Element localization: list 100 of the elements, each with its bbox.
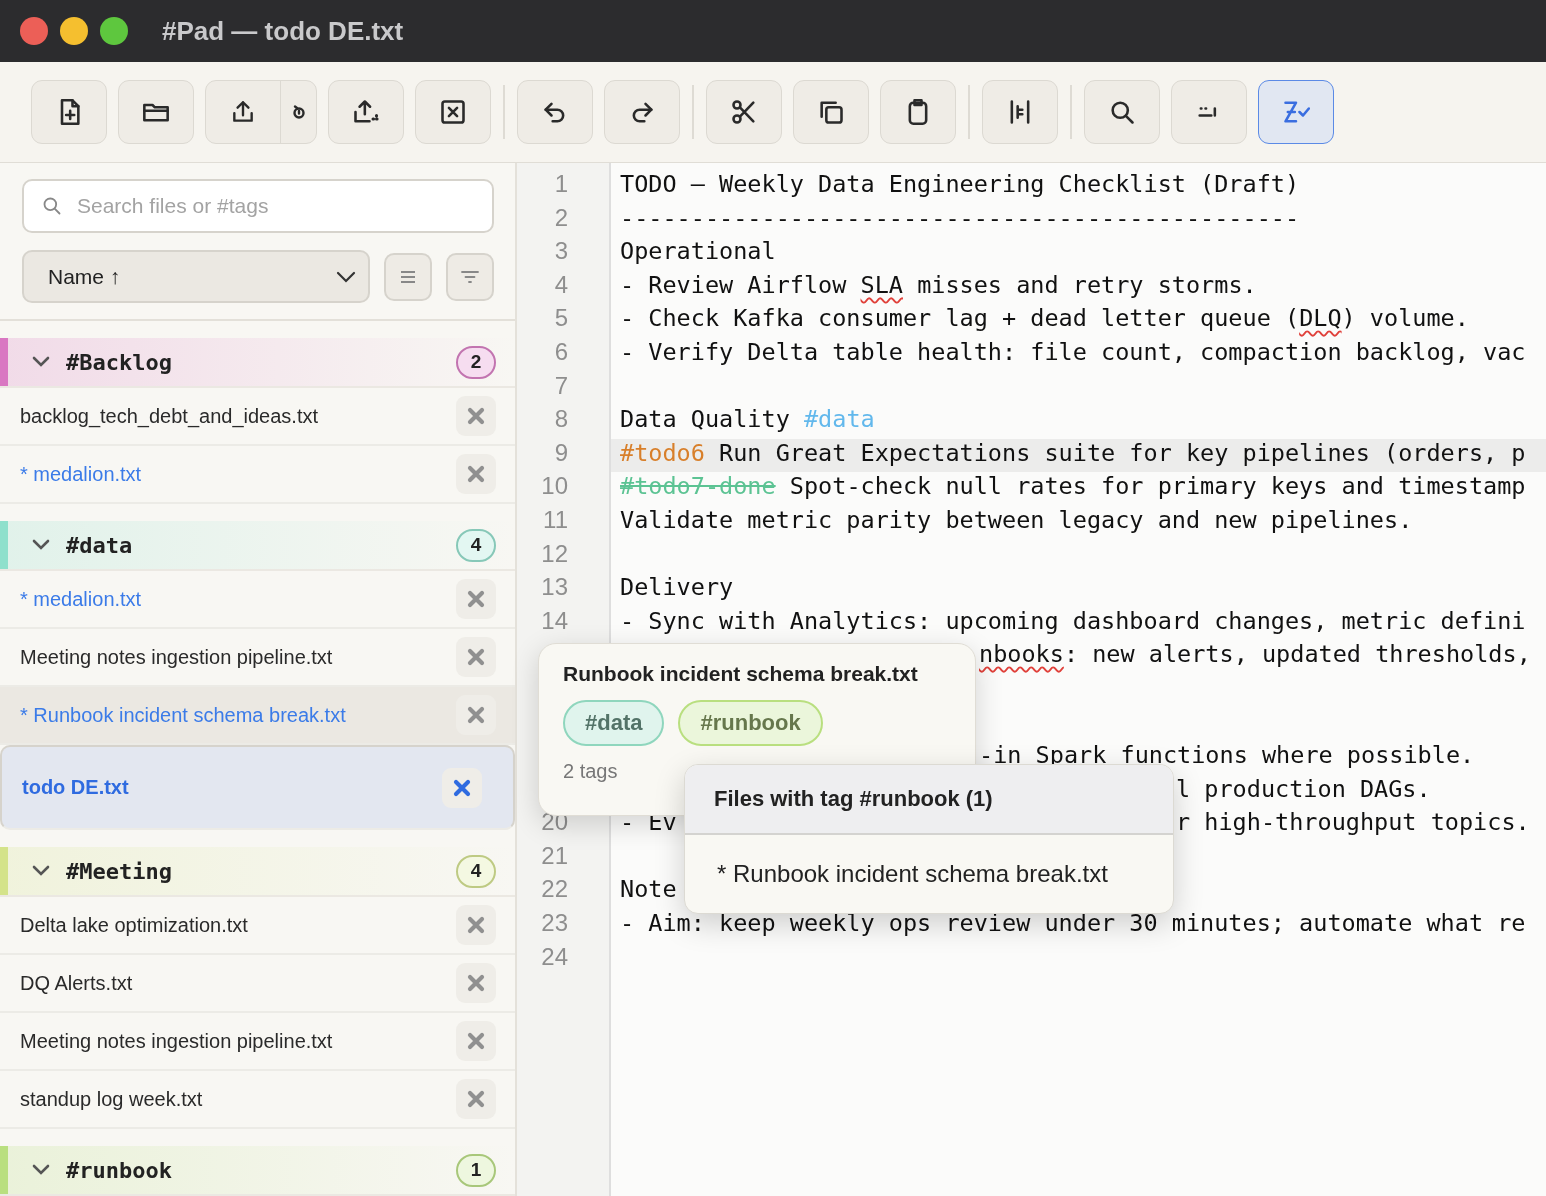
file-row[interactable]: Meeting notes ingestion pipeline.txt xyxy=(0,1013,515,1071)
file-name: DQ Alerts.txt xyxy=(20,971,134,995)
line-number: 6 xyxy=(554,337,568,365)
filter-icon xyxy=(461,270,479,283)
minimize-window-button[interactable] xyxy=(60,17,88,45)
search-field[interactable]: Search files or #tags xyxy=(22,179,494,233)
tag-chip[interactable]: #data xyxy=(563,700,665,746)
editor-text: - Verify Delta table health: file count, compaction backlog, vac xyxy=(620,337,1526,368)
close-icon xyxy=(467,974,485,992)
close-icon xyxy=(439,98,467,126)
line-number: 23 xyxy=(541,909,568,937)
editor-text: misses and retry storms. xyxy=(916,270,1257,301)
count-badge: 2 xyxy=(456,345,496,379)
close-file-button[interactable] xyxy=(456,695,496,735)
tag-text: #data xyxy=(803,405,875,436)
columns-button[interactable] xyxy=(982,80,1058,144)
close-file-button[interactable] xyxy=(456,905,496,945)
line-number: 10 xyxy=(541,472,568,500)
close-window-button[interactable] xyxy=(20,17,48,45)
editor-text: - Review Airflow xyxy=(620,270,848,301)
popup-title: Runbook incident schema break.txt xyxy=(563,662,919,686)
editor-text: - Check Kafka consumer lag + dead letter queue ( xyxy=(620,304,1300,335)
file-row[interactable]: todo DE.txt xyxy=(0,745,515,830)
chevron-down-icon xyxy=(336,270,356,283)
editor-text: Delivery xyxy=(620,573,734,604)
editor-text: r high-throughput topics. xyxy=(1176,808,1530,839)
line-number: 4 xyxy=(554,270,568,298)
close-button[interactable] xyxy=(415,80,491,144)
editor-text: TODO — Weekly Data Engineering Checklist (Draft) xyxy=(620,170,1300,200)
close-file-button[interactable] xyxy=(456,637,496,677)
line-number: 24 xyxy=(541,942,568,970)
editor-text: ) volume. xyxy=(1341,304,1469,335)
tag-chip[interactable]: #runbook xyxy=(678,700,823,746)
list-view-button[interactable] xyxy=(384,252,432,301)
file-row[interactable]: Delta lake optimization.txt xyxy=(0,897,515,955)
share-split-button[interactable] xyxy=(205,80,317,144)
folder-button[interactable] xyxy=(118,80,194,144)
upload-tray-button[interactable] xyxy=(328,80,404,144)
search-button[interactable] xyxy=(1084,80,1160,144)
tag-group-header[interactable]: #Meeting 4 xyxy=(0,847,515,897)
file-row[interactable]: backlog_tech_debt_and_ideas.txt xyxy=(0,388,515,446)
todo-tag: #todo6 xyxy=(620,438,705,473)
close-file-button[interactable] xyxy=(456,579,496,619)
file-name: * medalion.txt xyxy=(20,587,143,611)
file-name: standup log week.txt xyxy=(20,1087,204,1111)
zoom-window-button[interactable] xyxy=(100,17,128,45)
tag-name: #Backlog xyxy=(66,349,173,375)
search-icon xyxy=(42,196,62,216)
file-name: todo DE.txt xyxy=(22,776,130,799)
scissors-icon xyxy=(730,98,758,126)
close-icon xyxy=(467,1090,485,1108)
tag-group-header[interactable]: #Backlog 2 xyxy=(0,338,515,388)
list-icon xyxy=(400,269,416,284)
new-file-button[interactable] xyxy=(31,80,107,144)
file-name: Meeting notes ingestion pipeline.txt xyxy=(20,1029,334,1053)
filter-button[interactable] xyxy=(446,252,494,301)
file-row[interactable]: standup log week.txt xyxy=(0,1071,515,1129)
file-row[interactable]: * medalion.txt xyxy=(0,446,515,504)
close-file-button[interactable] xyxy=(456,454,496,494)
upload-icon xyxy=(230,99,256,125)
file-name: Delta lake optimization.txt xyxy=(20,913,249,937)
scissors-button[interactable] xyxy=(706,80,782,144)
popup-file-item[interactable]: * Runbook incident schema break.txt xyxy=(717,860,1108,888)
clipboard-button[interactable] xyxy=(880,80,956,144)
close-file-button[interactable] xyxy=(456,1021,496,1061)
close-file-button[interactable] xyxy=(456,396,496,436)
misspelled-word: nbooks xyxy=(979,640,1064,671)
close-icon xyxy=(467,648,485,666)
close-icon xyxy=(467,706,485,724)
redo-button[interactable] xyxy=(604,80,680,144)
spellcheck-button[interactable] xyxy=(1258,80,1334,144)
editor-text: ------------------------------------------------ xyxy=(620,203,1300,234)
file-name: Meeting notes ingestion pipeline.txt xyxy=(20,645,334,669)
misspelled-word: DLQ xyxy=(1299,304,1342,335)
editor-text: Spot-check null rates for primary keys and timestamp xyxy=(788,472,1526,503)
line-number: 7 xyxy=(554,371,568,399)
close-file-button[interactable] xyxy=(456,1079,496,1119)
file-name: backlog_tech_debt_and_ideas.txt xyxy=(20,404,319,428)
sort-dropdown[interactable]: Name ↑ xyxy=(22,250,370,303)
close-file-button[interactable] xyxy=(442,767,482,808)
window-title: #Pad — todo DE.txt xyxy=(162,15,404,47)
close-file-button[interactable] xyxy=(456,963,496,1003)
tag-group-header[interactable]: #data 4 xyxy=(0,521,515,571)
undo-button[interactable] xyxy=(517,80,593,144)
editor-text: Validate metric parity between legacy and new pipelines. xyxy=(620,505,1413,536)
close-icon xyxy=(467,407,485,425)
file-row[interactable]: * medalion.txt xyxy=(0,571,515,629)
line-number: 14 xyxy=(541,606,568,634)
dots-lines-button[interactable] xyxy=(1171,80,1247,144)
editor-text: Note xyxy=(620,875,677,906)
count-badge: 4 xyxy=(456,528,496,562)
file-row[interactable]: DQ Alerts.txt xyxy=(0,955,515,1013)
line-number: 1 xyxy=(554,170,568,197)
close-icon xyxy=(467,465,485,483)
tag-group-header[interactable]: #runbook 1 xyxy=(0,1146,515,1196)
line-number: 3 xyxy=(554,237,568,265)
done-tag: #todo7-done xyxy=(620,472,776,506)
copy-button[interactable] xyxy=(793,80,869,144)
editor-text: Run Great Expectations suite for key pipelines (orders, p xyxy=(718,438,1526,469)
tag-count: 2 tags xyxy=(563,760,619,783)
